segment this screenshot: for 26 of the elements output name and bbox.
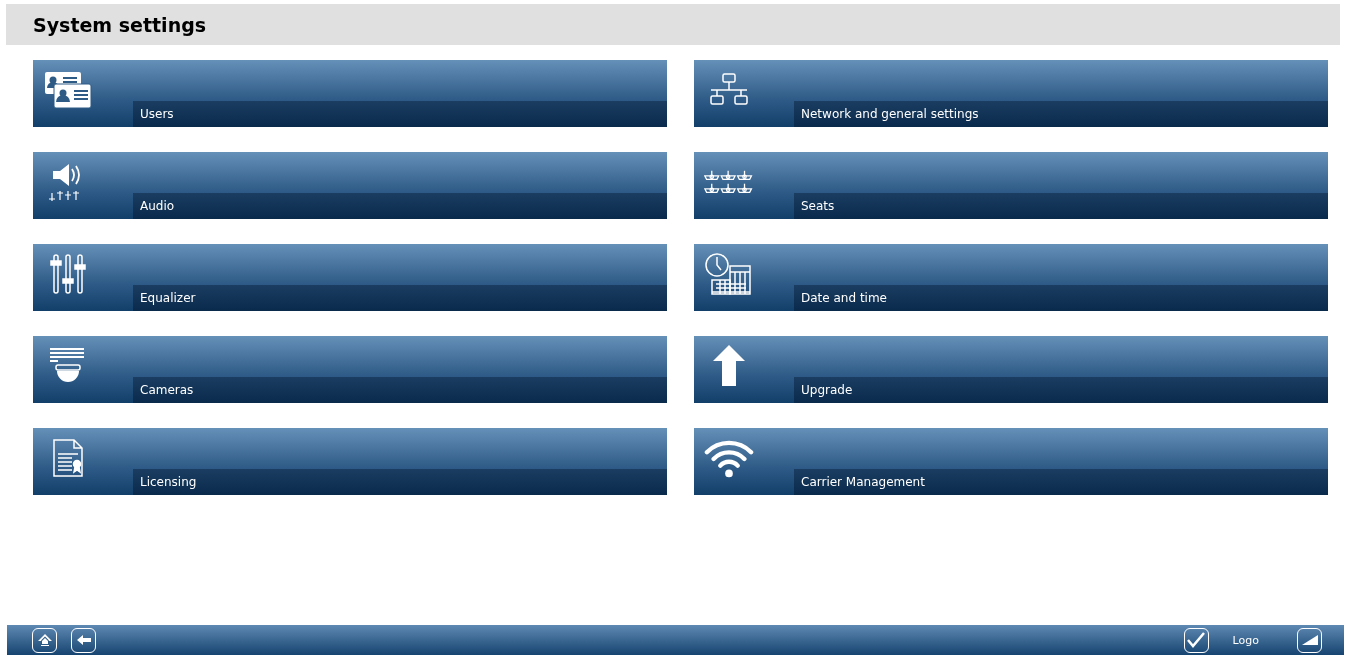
sliders-icon xyxy=(48,253,88,295)
card-icon xyxy=(44,70,92,110)
settings-tile[interactable]: Date and time xyxy=(694,244,1328,311)
volume-button[interactable] xyxy=(1297,627,1322,653)
settings-tile[interactable]: Carrier Management xyxy=(694,428,1328,495)
settings-tile[interactable]: Audio xyxy=(33,152,667,219)
settings-tile[interactable]: Users xyxy=(33,60,667,127)
back-button[interactable] xyxy=(71,627,96,653)
clock-calendar-icon xyxy=(704,252,754,296)
settings-tile[interactable]: Cameras xyxy=(33,336,667,403)
left-arrow-icon xyxy=(75,634,92,646)
network-icon xyxy=(709,72,749,108)
up-arrow-icon xyxy=(712,344,746,388)
settings-tile[interactable]: Seats xyxy=(694,152,1328,219)
volume-icon xyxy=(1300,634,1319,646)
home-icon xyxy=(36,633,53,647)
check-icon xyxy=(1186,632,1207,648)
settings-tile[interactable]: Equalizer xyxy=(33,244,667,311)
settings-tile[interactable]: Licensing xyxy=(33,428,667,495)
page-title: System settings xyxy=(33,13,207,36)
certificate-icon xyxy=(52,438,84,478)
check-button[interactable] xyxy=(1183,627,1209,653)
logo-label: Logo xyxy=(1232,633,1259,647)
settings-tile[interactable]: Network and general settings xyxy=(694,60,1328,127)
home-button[interactable] xyxy=(32,627,57,653)
settings-tile[interactable]: Upgrade xyxy=(694,336,1328,403)
